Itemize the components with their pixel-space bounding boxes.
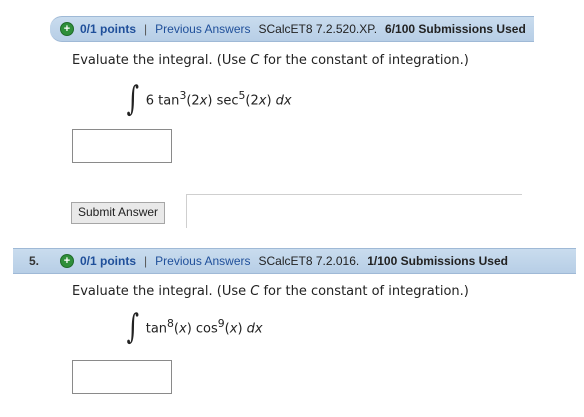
answer-input-5[interactable] — [72, 360, 172, 394]
question-number: 5. — [29, 254, 40, 268]
separator: | — [144, 22, 148, 36]
previous-answers-link[interactable]: Previous Answers — [155, 254, 250, 268]
submissions-used: 6/100 Submissions Used — [385, 22, 526, 36]
separator: | — [144, 254, 148, 268]
question-5-integral: ∫ tan8(x) cos9(x) dx — [124, 310, 263, 344]
integrand: tan8(x) cos9(x) dx — [145, 317, 263, 337]
divider — [186, 194, 522, 195]
integrand: 6 tan3(2x) sec5(2x) dx — [145, 89, 292, 109]
question-5-prompt: Evaluate the integral. (Use C for the co… — [72, 284, 469, 299]
question-4-prompt: Evaluate the integral. (Use C for the co… — [72, 53, 469, 68]
problem-code: SCalcET8 7.2.016. — [258, 254, 360, 268]
divider-vertical — [186, 194, 187, 228]
plus-circle-icon[interactable]: + — [60, 254, 74, 268]
previous-answers-link[interactable]: Previous Answers — [155, 22, 250, 36]
points-label: 0/1 points — [80, 254, 137, 268]
submit-answer-button[interactable]: Submit Answer — [71, 202, 166, 224]
answer-input-4[interactable] — [72, 129, 172, 163]
integral-sign: ∫ — [126, 79, 140, 119]
plus-circle-icon[interactable]: + — [60, 22, 74, 36]
points-label: 0/1 points — [80, 22, 137, 36]
problem-code: SCalcET8 7.2.520.XP. — [258, 22, 378, 36]
integral-sign: ∫ — [126, 307, 140, 347]
question-4-header: + 0/1 points | Previous Answers SCalcET8… — [50, 16, 534, 42]
question-5-header: 5. + 0/1 points | Previous Answers SCalc… — [13, 248, 576, 274]
submissions-used: 1/100 Submissions Used — [367, 254, 508, 268]
question-4-integral: ∫ 6 tan3(2x) sec5(2x) dx — [124, 82, 292, 116]
